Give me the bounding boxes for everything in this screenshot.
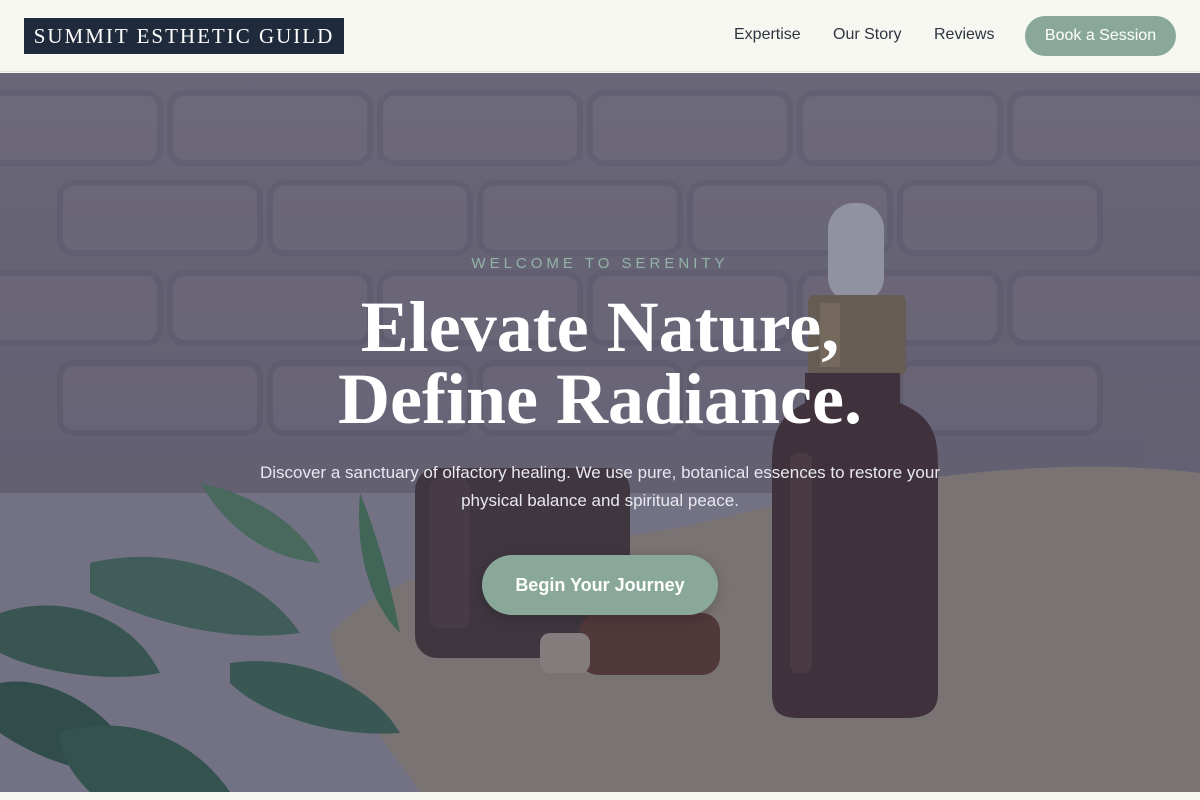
book-session-button[interactable]: Book a Session <box>1025 16 1176 56</box>
hero-section: WELCOME TO SERENITY Elevate Nature, Defi… <box>0 73 1200 792</box>
page-bottom-strip <box>0 792 1200 800</box>
brand-logo[interactable]: SUMMIT ESTHETIC GUILD <box>24 18 344 54</box>
nav-link-reviews[interactable]: Reviews <box>934 26 994 44</box>
hero-subtext: Discover a sanctuary of olfactory healin… <box>259 463 941 510</box>
hero-headline: Elevate Nature, Define Radiance. <box>0 291 1200 435</box>
hero-eyebrow: WELCOME TO SERENITY <box>471 255 729 272</box>
nav-link-expertise[interactable]: Expertise <box>734 26 801 44</box>
begin-journey-button[interactable]: Begin Your Journey <box>482 555 718 615</box>
site-header: SUMMIT ESTHETIC GUILD Expertise Our Stor… <box>0 0 1200 72</box>
hero-headline-line-1: Elevate Nature, <box>360 287 840 367</box>
hero-headline-line-2: Define Radiance. <box>338 359 862 439</box>
nav-link-our-story[interactable]: Our Story <box>833 26 901 44</box>
